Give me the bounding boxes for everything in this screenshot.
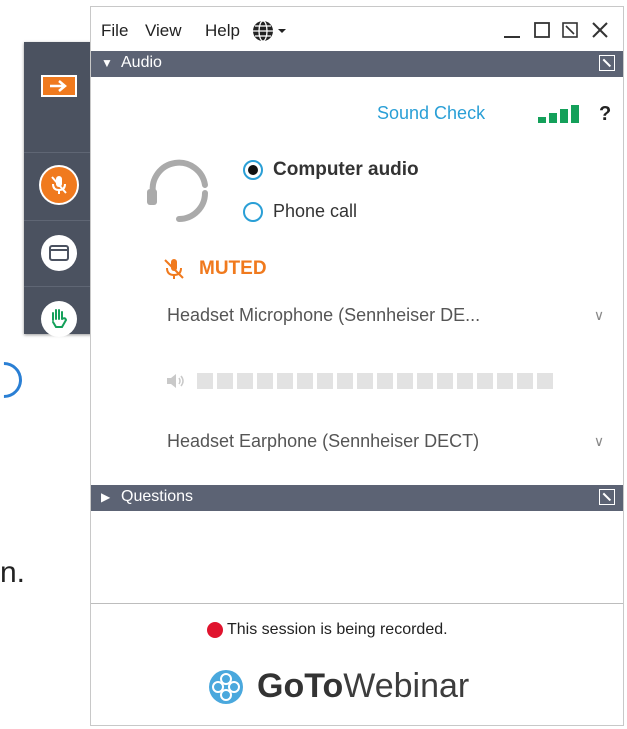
recording-dot-icon — [207, 622, 223, 638]
globe-icon — [253, 20, 273, 42]
signal-strength-icon — [538, 105, 579, 123]
collapse-arrow-icon: ▼ — [101, 56, 113, 70]
maximize-icon — [534, 22, 550, 38]
close-icon — [592, 22, 608, 38]
divider — [91, 603, 623, 604]
muted-label: MUTED — [199, 258, 267, 279]
chevron-down-icon — [278, 29, 286, 33]
volume-meter — [197, 373, 553, 389]
expand-arrow-icon: ▶ — [101, 490, 111, 504]
screen-icon — [49, 245, 69, 261]
maximize-button[interactable] — [529, 17, 555, 43]
computer-audio-option[interactable]: Computer audio — [243, 159, 419, 181]
brand-webinar: Webinar — [343, 667, 470, 705]
pop-out-icon[interactable] — [599, 55, 615, 71]
show-screen-button[interactable] — [24, 220, 94, 285]
arrow-right-icon — [50, 80, 67, 92]
raise-hand-button[interactable] — [24, 286, 94, 351]
language-menu[interactable] — [251, 19, 287, 43]
audio-section-header[interactable]: ▼ Audio — [91, 51, 623, 77]
recording-notice-text: This session is being recorded. — [227, 621, 448, 638]
questions-section-title: Questions — [121, 488, 194, 505]
chevron-down-icon: ∨ — [593, 432, 605, 449]
minimize-button[interactable] — [499, 17, 525, 43]
help-button[interactable]: ? — [599, 103, 611, 126]
gotowebinar-flower-icon — [209, 669, 243, 704]
sound-check-link[interactable]: Sound Check — [377, 103, 485, 124]
phone-call-radio[interactable] — [243, 201, 263, 222]
speaker-level — [165, 373, 553, 389]
background-text-fragment: n. — [0, 556, 26, 589]
background-loading-indicator — [0, 354, 30, 406]
gotowebinar-logo: GoTo Webinar — [207, 667, 469, 706]
recording-notice: This session is being recorded. — [207, 621, 448, 639]
headset-icon — [147, 159, 208, 222]
microphone-select[interactable]: Headset Microphone (Sennheiser DE... ∨ — [167, 297, 611, 333]
menu-help[interactable]: Help — [205, 21, 240, 41]
speaker-select[interactable]: Headset Earphone (Sennheiser DECT) ∨ — [167, 423, 611, 459]
mute-status[interactable]: MUTED — [163, 257, 267, 281]
collapse-panel-button[interactable] — [24, 62, 94, 110]
computer-audio-radio[interactable] — [243, 160, 263, 180]
menu-bar: File View Help — [91, 7, 623, 51]
chevron-down-icon: ∨ — [593, 306, 605, 323]
pop-out-icon[interactable] — [599, 489, 615, 505]
questions-section-header[interactable]: ▶ Questions — [91, 485, 623, 511]
microphone-select-value: Headset Microphone (Sennheiser DE... — [167, 304, 481, 325]
side-toolbar — [24, 42, 94, 337]
raise-hand-icon — [52, 309, 68, 328]
audio-section-title: Audio — [121, 54, 162, 71]
brand-goto: GoTo — [257, 667, 344, 705]
menu-file[interactable]: File — [101, 21, 128, 41]
speaker-icon — [167, 374, 184, 388]
computer-audio-label: Computer audio — [273, 159, 419, 180]
menu-view[interactable]: View — [145, 21, 182, 41]
minimize-icon — [504, 36, 520, 38]
microphone-toggle-button[interactable] — [24, 152, 94, 217]
close-button[interactable] — [587, 17, 613, 43]
pop-out-button[interactable] — [557, 17, 583, 43]
speaker-select-value: Headset Earphone (Sennheiser DECT) — [167, 430, 480, 451]
phone-call-option[interactable]: Phone call — [243, 201, 357, 222]
pop-out-icon — [562, 22, 578, 38]
gotowebinar-control-panel: File View Help ▼ Audio Sound Check ? Com… — [90, 6, 624, 726]
microphone-muted-icon — [51, 176, 67, 194]
microphone-muted-icon — [164, 259, 184, 279]
phone-call-label: Phone call — [273, 201, 358, 221]
